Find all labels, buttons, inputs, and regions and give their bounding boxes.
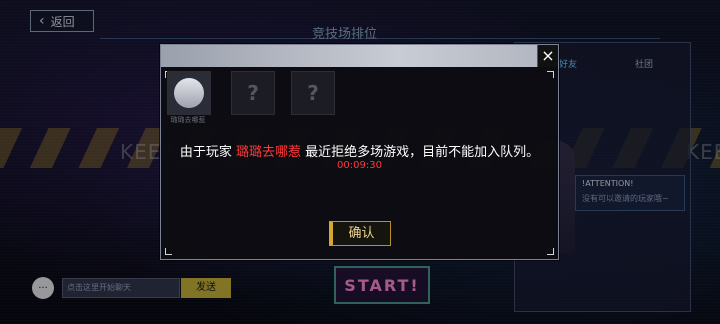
player-name: 璐璐去哪惹	[235, 145, 301, 160]
close-button[interactable]: ×	[537, 45, 558, 67]
message-suffix: 最近拒绝多场游戏，目前不能加入队列。	[301, 145, 540, 160]
queue-blocked-dialog: × 璐璐去哪惹 ? ? 由于玩家 璐璐去哪惹 最近拒绝多场游戏，目前不能加入队列…	[160, 44, 559, 260]
message-prefix: 由于玩家	[179, 145, 236, 160]
team-slot-player	[167, 71, 211, 115]
corner-bracket	[165, 248, 172, 255]
confirm-button[interactable]: 确认	[329, 221, 391, 246]
question-mark-icon: ?	[307, 81, 319, 105]
dialog-message: 由于玩家 璐璐去哪惹 最近拒绝多场游戏，目前不能加入队列。	[161, 141, 558, 160]
team-slot-name: 璐璐去哪惹	[170, 116, 206, 124]
team-slot-empty: ?	[231, 71, 275, 115]
team-slot-empty: ?	[291, 71, 335, 115]
corner-bracket	[547, 248, 554, 255]
penalty-timer: 00:09:30	[337, 160, 382, 171]
question-mark-icon: ?	[247, 81, 259, 105]
corner-bracket	[547, 71, 554, 78]
avatar	[174, 78, 204, 108]
dialog-header	[161, 45, 558, 67]
